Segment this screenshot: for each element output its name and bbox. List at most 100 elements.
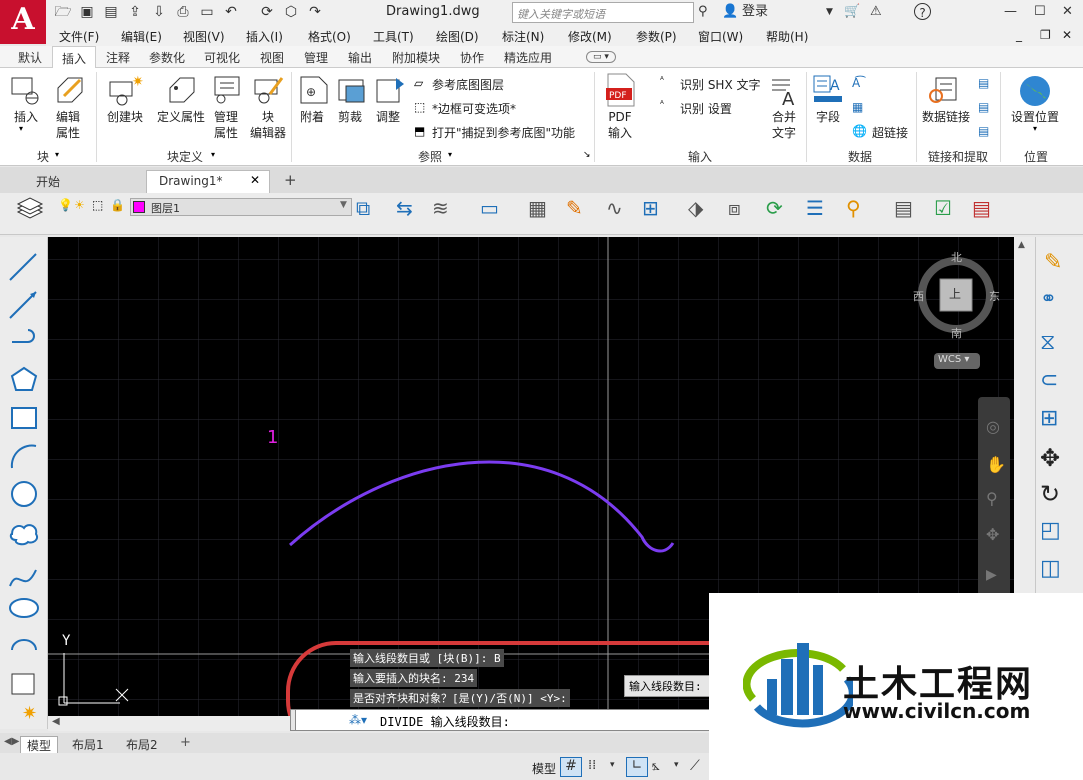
hyperlink-button[interactable]: 超链接 <box>872 124 908 141</box>
clip-icon[interactable] <box>336 74 368 106</box>
check-doc-icon[interactable]: ☑ <box>934 196 952 220</box>
viewcube-top[interactable]: 上 <box>949 285 961 302</box>
tab-visualize[interactable]: 可视化 <box>204 49 240 66</box>
tab-annotate[interactable]: 注释 <box>106 49 130 66</box>
broom-icon[interactable]: ⚲ <box>846 196 861 220</box>
attribute-edit-icon[interactable]: ⬗ <box>688 196 703 220</box>
share-icon[interactable]: ⬡ <box>282 3 300 21</box>
spline-edit-icon[interactable]: ∿ <box>606 196 623 220</box>
doc-restore-icon[interactable]: ❐ <box>1040 28 1051 42</box>
ribbon-toggle-icon[interactable]: ▭ ▾ <box>586 51 616 63</box>
search-input[interactable]: 键入关键字或短语 <box>512 2 694 23</box>
lock-icon[interactable]: 🔒 <box>110 198 125 212</box>
help-icon[interactable]: ? <box>914 3 931 20</box>
attach-icon[interactable]: ⊕ <box>298 74 330 106</box>
tab-output[interactable]: 输出 <box>348 49 372 66</box>
add-layout-icon[interactable]: + <box>180 735 191 750</box>
reference-expand-icon[interactable]: ▾ <box>448 150 452 159</box>
menu-dimension[interactable]: 标注(N) <box>502 28 544 45</box>
scroll-up-icon[interactable]: ▲ <box>1018 240 1025 250</box>
edit-attribute-icon[interactable] <box>54 74 86 106</box>
close-tab-icon[interactable]: ✕ <box>250 173 260 187</box>
table-icon[interactable]: ▦ <box>852 100 863 114</box>
recognize-settings-button[interactable]: 识别 设置 <box>680 100 732 117</box>
menu-modify[interactable]: 修改(M) <box>568 28 612 45</box>
redo-icon[interactable]: ⟳ <box>258 3 276 21</box>
viewcube-north[interactable]: 北 <box>951 249 962 265</box>
erase-doc-icon[interactable]: ▤ <box>972 196 991 220</box>
model-space-button[interactable]: 模型 <box>532 760 556 777</box>
update-fields-icon[interactable]: A͡ <box>852 76 860 90</box>
block-editor-icon[interactable] <box>252 74 284 106</box>
stretch-icon[interactable]: ◫ <box>1040 556 1061 581</box>
array-icon[interactable]: ⊞ <box>642 196 659 220</box>
menu-insert[interactable]: 插入(I) <box>246 28 283 45</box>
close-icon[interactable]: ✕ <box>1062 3 1073 21</box>
viewcube-south[interactable]: 南 <box>951 325 962 341</box>
text-edit-icon[interactable]: ▤ <box>894 196 913 220</box>
copy-icon[interactable]: ⚭ <box>1040 286 1057 310</box>
snap-mode-icon[interactable]: ⁞⁞ <box>588 758 596 773</box>
frame-variable-dropdown[interactable]: *边框可变选项* <box>432 100 516 117</box>
menu-window[interactable]: 窗口(W) <box>698 28 743 45</box>
freeze-icon[interactable]: ⬚ <box>92 198 103 212</box>
upload-icon[interactable]: ▤ <box>978 100 989 114</box>
open-icon[interactable]: 🗁 <box>54 3 72 21</box>
download-icon[interactable]: ▤ <box>978 124 989 138</box>
viewcube-west[interactable]: 西 <box>913 288 924 304</box>
menu-draw[interactable]: 绘图(D) <box>436 28 479 45</box>
menu-edit[interactable]: 编辑(E) <box>121 28 162 45</box>
doc-minimize-icon[interactable]: _ <box>1016 28 1022 42</box>
ortho-icon[interactable]: ∟ <box>626 757 648 777</box>
print-icon[interactable]: ⎙ <box>174 3 192 21</box>
zoom-icon[interactable]: ⚲ <box>986 489 998 508</box>
move-icon[interactable]: ✥ <box>1040 444 1060 472</box>
binoculars-icon[interactable]: ⚲ <box>698 3 708 21</box>
block-group-expand-icon[interactable]: ▾ <box>55 150 59 159</box>
exchange-icon[interactable]: ⚠ <box>870 3 882 21</box>
pdf-import-icon[interactable]: PDF <box>604 72 636 108</box>
offset-icon[interactable]: ⊂ <box>1040 368 1058 393</box>
import-icon[interactable]: ⇩ <box>150 3 168 21</box>
snap-dropdown-icon[interactable]: ▾ <box>610 760 615 770</box>
layer-properties-icon[interactable] <box>16 196 46 222</box>
create-block-icon[interactable]: ✷ <box>108 74 144 106</box>
login-dropdown-icon[interactable]: ▼ <box>826 3 833 21</box>
underlay-layers-button[interactable]: 参考底图图层 <box>432 76 504 93</box>
save-icon[interactable]: ▣ <box>78 3 96 21</box>
blockdef-expand-icon[interactable]: ▾ <box>211 150 215 159</box>
combine-text-icon[interactable]: A <box>768 74 800 106</box>
tab-layout2[interactable]: 布局2 <box>120 736 164 753</box>
make-current-icon[interactable]: ⧉ <box>356 196 370 220</box>
export-icon[interactable]: ⇪ <box>126 3 144 21</box>
scale-icon[interactable]: ◰ <box>1040 518 1061 543</box>
undo-icon[interactable]: ↶ <box>222 3 240 21</box>
manage-attributes-icon[interactable] <box>212 74 244 106</box>
grid-icon[interactable]: # <box>560 757 582 777</box>
maximize-icon[interactable]: ☐ <box>1034 3 1046 21</box>
showmotion-icon[interactable]: ▶ <box>986 567 997 583</box>
tab-layout1[interactable]: 布局1 <box>66 736 110 753</box>
extract-data-icon[interactable]: ▤ <box>978 76 989 90</box>
tab-parametric[interactable]: 参数化 <box>149 49 185 66</box>
globe-icon[interactable] <box>1018 74 1052 108</box>
pan-icon[interactable]: ✋ <box>986 455 1006 474</box>
block-attach-icon[interactable]: ⧈ <box>728 196 741 220</box>
menu-file[interactable]: 文件(F) <box>59 28 99 45</box>
wcs-menu[interactable]: WCS ▾ <box>934 353 980 369</box>
login-button[interactable]: 登录 <box>742 3 768 21</box>
define-attribute-icon[interactable] <box>166 74 198 106</box>
layer-dropdown[interactable]: 图层1 <box>130 198 352 216</box>
insert-dropdown-icon[interactable]: ▾ <box>19 124 23 133</box>
layer-dropdown-arrow-icon[interactable]: ▼ <box>340 200 347 210</box>
layer-previous-icon[interactable]: ⇆ <box>396 196 413 220</box>
tab-view[interactable]: 视图 <box>260 49 284 66</box>
minimize-icon[interactable]: — <box>1004 3 1017 21</box>
array-tool-icon[interactable]: ⊞ <box>1040 406 1058 431</box>
tab-start[interactable]: 开始 <box>24 170 144 193</box>
rectangle-select-icon[interactable]: ▭ <box>480 196 499 220</box>
tab-featured-apps[interactable]: 精选应用 <box>504 49 552 66</box>
insert-block-icon[interactable] <box>10 74 44 106</box>
sync-icon[interactable]: ⟳ <box>766 196 783 220</box>
menu-view[interactable]: 视图(V) <box>183 28 225 45</box>
